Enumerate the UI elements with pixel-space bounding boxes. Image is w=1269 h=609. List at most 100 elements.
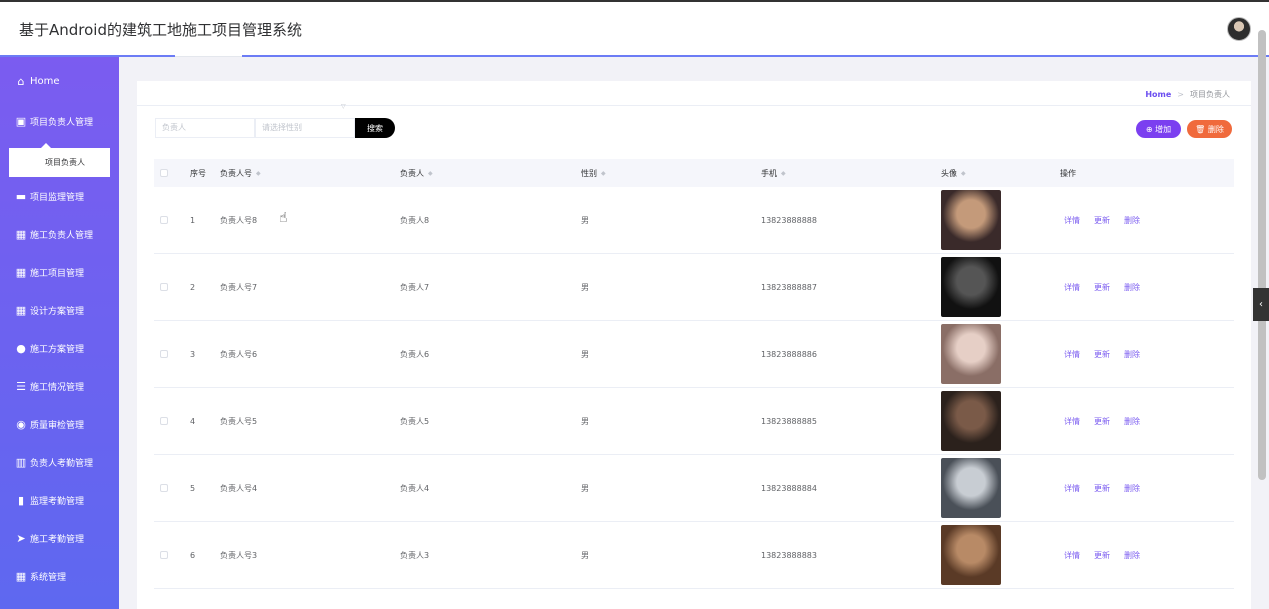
detail-link[interactable]: 详情	[1064, 349, 1080, 360]
sidebar-item-4[interactable]: ▦ 施工项目管理	[0, 254, 119, 290]
sidebar-item-7[interactable]: ☰ 施工情况管理	[0, 368, 119, 404]
header-gender[interactable]: 性别 ◆	[581, 159, 606, 187]
cell-code: 负责人号8	[220, 187, 257, 253]
table-row[interactable]: 1 负责人号8 负责人8 男 13823888888 详情 更新 删除	[154, 187, 1234, 254]
header-index: 序号	[190, 159, 206, 187]
delete-link[interactable]: 删除	[1124, 282, 1140, 293]
send-icon: ➤	[16, 531, 26, 545]
cell-name-value: 负责人4	[400, 483, 430, 493]
breadcrumb-home[interactable]: Home	[1145, 90, 1171, 99]
row-checkbox[interactable]	[160, 350, 168, 358]
sidebar-item-9[interactable]: ▥ 负责人考勤管理	[0, 444, 119, 480]
select-all-cell	[160, 159, 168, 187]
cell-name: 负责人7	[400, 254, 429, 320]
sort-icon[interactable]: ◆	[781, 170, 786, 177]
cell-photo	[941, 388, 1001, 454]
cell-index: 2	[190, 254, 195, 320]
header-photo[interactable]: 头像 ◆	[941, 159, 966, 187]
table-row[interactable]: 4 负责人号5 负责人5 男 13823888885 详情 更新 删除	[154, 388, 1234, 455]
sidebar-item-12[interactable]: ▦ 系统管理	[0, 558, 119, 594]
grid-icon: ▦	[15, 569, 27, 583]
cell-code-value: 负责人号7	[220, 282, 258, 292]
delete-link[interactable]: 删除	[1124, 349, 1140, 360]
sidebar-item-10[interactable]: ▮ 监理考勤管理	[0, 482, 119, 518]
update-link[interactable]: 更新	[1094, 550, 1110, 561]
row-checkbox[interactable]	[160, 484, 168, 492]
update-link[interactable]: 更新	[1094, 215, 1110, 226]
update-link[interactable]: 更新	[1094, 349, 1110, 360]
sidebar-item-2[interactable]: ▬ 项目监理管理	[0, 178, 119, 214]
row-checkbox[interactable]	[160, 283, 168, 291]
header-name[interactable]: 负责人 ◆	[400, 159, 433, 187]
row-select-cell	[160, 187, 168, 253]
row-select-cell	[160, 455, 168, 521]
avatar-photo[interactable]	[941, 257, 1001, 317]
detail-link[interactable]: 详情	[1064, 550, 1080, 561]
cell-code-value: 负责人号4	[220, 483, 258, 493]
chevron-left-icon[interactable]: ‹	[1253, 288, 1269, 321]
delete-link[interactable]: 删除	[1124, 483, 1140, 494]
detail-link[interactable]: 详情	[1064, 483, 1080, 494]
name-search-input[interactable]: 负责人	[155, 118, 255, 138]
data-table: 序号 负责人号 ◆ 负责人 ◆ 性别 ◆ 手机 ◆ 头像 ◆ 操作 1 负责人号8 负责人8 男…	[154, 159, 1234, 589]
sort-icon[interactable]: ◆	[428, 170, 433, 177]
row-select-cell	[160, 388, 168, 454]
sort-icon[interactable]: ◆	[961, 170, 966, 177]
sidebar-subitem-project-manager[interactable]: 项目负责人	[9, 148, 110, 177]
select-all-checkbox[interactable]	[160, 169, 168, 177]
sidebar-item-label: Home	[30, 75, 60, 87]
sidebar-item-5[interactable]: ▦ 设计方案管理	[0, 292, 119, 328]
cell-phone: 13823888883	[761, 522, 817, 588]
table-row[interactable]: 5 负责人号4 负责人4 男 13823888884 详情 更新 删除	[154, 455, 1234, 522]
sidebar-item-1[interactable]: ▣ 项目负责人管理	[0, 103, 119, 139]
table-row[interactable]: 3 负责人号6 负责人6 男 13823888886 详情 更新 删除	[154, 321, 1234, 388]
update-link[interactable]: 更新	[1094, 282, 1110, 293]
detail-link[interactable]: 详情	[1064, 282, 1080, 293]
sidebar-item-3[interactable]: ▦ 施工负责人管理	[0, 216, 119, 252]
row-checkbox[interactable]	[160, 417, 168, 425]
add-button[interactable]: ⊕ 增加	[1136, 120, 1181, 138]
table-row[interactable]: 6 负责人号3 负责人3 男 13823888883 详情 更新 删除	[154, 522, 1234, 589]
user-avatar[interactable]	[1227, 17, 1251, 41]
sort-icon[interactable]: ◆	[601, 170, 606, 177]
row-checkbox[interactable]	[160, 216, 168, 224]
delete-link[interactable]: 删除	[1124, 550, 1140, 561]
delete-link[interactable]: 删除	[1124, 416, 1140, 427]
detail-link[interactable]: 详情	[1064, 416, 1080, 427]
cell-gender-value: 男	[581, 483, 589, 493]
cell-phone: 13823888888	[761, 187, 817, 253]
avatar-photo[interactable]	[941, 190, 1001, 250]
avatar-photo[interactable]	[941, 391, 1001, 451]
cell-phone: 13823888886	[761, 321, 817, 387]
cell-gender-value: 男	[581, 215, 589, 225]
sidebar-item-8[interactable]: ◉ 质量审检管理	[0, 406, 119, 442]
sidebar-item-6[interactable]: ● 施工方案管理	[0, 330, 119, 366]
content-card: Home > 项目负责人 负责人 请选择性别 搜索 ▽ ⊕ 增加 🗑 删除 序号 负…	[137, 81, 1251, 609]
sidebar-item-11[interactable]: ➤ 施工考勤管理	[0, 520, 119, 556]
sidebar-item-0[interactable]: ⌂ Home	[0, 63, 119, 99]
avatar-photo[interactable]	[941, 525, 1001, 585]
book-icon: ▥	[15, 455, 27, 469]
header-phone[interactable]: 手机 ◆	[761, 159, 786, 187]
avatar-photo[interactable]	[941, 324, 1001, 384]
detail-link[interactable]: 详情	[1064, 215, 1080, 226]
avatar-photo[interactable]	[941, 458, 1001, 518]
app-header: 基于Android的建筑工地施工项目管理系统	[0, 0, 1269, 57]
update-link[interactable]: 更新	[1094, 483, 1110, 494]
cell-phone: 13823888887	[761, 254, 817, 320]
sort-icon[interactable]: ◆	[256, 170, 261, 177]
table-row[interactable]: 2 负责人号7 负责人7 男 13823888887 详情 更新 删除	[154, 254, 1234, 321]
cell-name-value: 负责人6	[400, 349, 430, 359]
delete-button[interactable]: 🗑 删除	[1187, 120, 1232, 138]
row-checkbox[interactable]	[160, 551, 168, 559]
cell-name-value: 负责人8	[400, 215, 430, 225]
cell-name: 负责人3	[400, 522, 429, 588]
cell-gender: 男	[581, 388, 589, 454]
update-link[interactable]: 更新	[1094, 416, 1110, 427]
cell-name: 负责人5	[400, 388, 429, 454]
header-code[interactable]: 负责人号 ◆	[220, 159, 261, 187]
page-scrollbar[interactable]	[1258, 30, 1266, 480]
delete-link[interactable]: 删除	[1124, 215, 1140, 226]
search-button[interactable]: 搜索	[355, 118, 395, 138]
gender-select[interactable]: 请选择性别	[255, 118, 355, 138]
